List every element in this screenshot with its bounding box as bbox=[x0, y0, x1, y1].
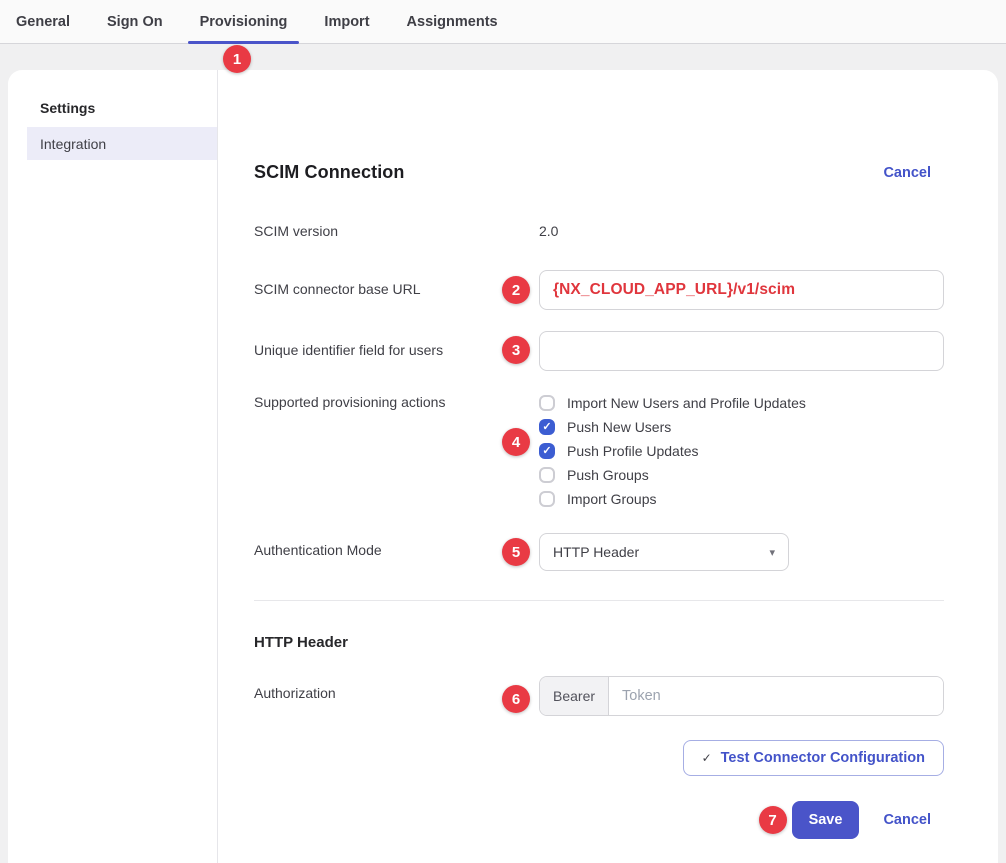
scim-version-label: SCIM version bbox=[254, 223, 539, 240]
provisioning-actions-list: Import New Users and Profile Updates Push… bbox=[539, 391, 806, 511]
base-url-label: SCIM connector base URL bbox=[254, 270, 539, 310]
provisioning-actions-label: Supported provisioning actions bbox=[254, 391, 539, 511]
provisioning-action-label: Push Profile Updates bbox=[567, 443, 699, 459]
annotation-badge-7: 7 bbox=[759, 806, 787, 834]
provisioning-action-row: Import Groups bbox=[539, 487, 806, 511]
provisioning-action-row: Push Groups bbox=[539, 463, 806, 487]
page-title: SCIM Connection bbox=[254, 162, 405, 183]
annotation-badge-1: 1 bbox=[223, 45, 251, 73]
checkbox-checked[interactable] bbox=[539, 443, 555, 459]
checkbox-unchecked[interactable] bbox=[539, 395, 555, 411]
scim-connection-panel: SCIM Connection Cancel SCIM version 2.0 … bbox=[218, 70, 998, 863]
unique-id-input[interactable] bbox=[539, 331, 944, 371]
auth-mode-select[interactable]: HTTP Header ▾ bbox=[539, 533, 789, 571]
token-input[interactable] bbox=[609, 677, 943, 715]
annotation-badge-5: 5 bbox=[502, 538, 530, 566]
bearer-prefix: Bearer bbox=[540, 677, 609, 715]
checkbox-unchecked[interactable] bbox=[539, 467, 555, 483]
app-tabbar: General Sign On Provisioning Import Assi… bbox=[0, 0, 1006, 44]
test-connector-button-label: Test Connector Configuration bbox=[721, 750, 925, 766]
authorization-input-group: Bearer bbox=[539, 676, 944, 716]
provisioning-action-row: Push Profile Updates bbox=[539, 439, 806, 463]
chevron-down-icon: ▾ bbox=[769, 546, 775, 559]
checkbox-checked[interactable] bbox=[539, 419, 555, 435]
tab-sign-on[interactable]: Sign On bbox=[107, 0, 163, 43]
cancel-link-top[interactable]: Cancel bbox=[883, 165, 931, 181]
test-connector-button[interactable]: ✓ Test Connector Configuration bbox=[683, 740, 944, 776]
save-button[interactable]: Save bbox=[792, 801, 860, 839]
auth-mode-selected-value: HTTP Header bbox=[553, 544, 639, 560]
sidebar-item-integration[interactable]: Integration bbox=[27, 127, 217, 160]
provisioning-card: Settings Integration SCIM Connection Can… bbox=[8, 70, 998, 863]
tab-assignments[interactable]: Assignments bbox=[407, 0, 498, 43]
http-header-section-title: HTTP Header bbox=[254, 634, 944, 651]
annotation-badge-2: 2 bbox=[502, 276, 530, 304]
sidebar-header: Settings bbox=[8, 100, 217, 116]
authorization-label: Authorization bbox=[254, 676, 539, 716]
base-url-input[interactable] bbox=[539, 270, 944, 310]
checkbox-unchecked[interactable] bbox=[539, 491, 555, 507]
provisioning-action-label: Import Groups bbox=[567, 491, 656, 507]
tab-general[interactable]: General bbox=[16, 0, 70, 43]
check-icon: ✓ bbox=[702, 751, 712, 765]
unique-id-label: Unique identifier field for users bbox=[254, 331, 539, 371]
tab-provisioning[interactable]: Provisioning bbox=[200, 0, 288, 43]
cancel-button-bottom[interactable]: Cancel bbox=[883, 812, 931, 828]
annotation-badge-4: 4 bbox=[502, 428, 530, 456]
tab-import[interactable]: Import bbox=[324, 0, 369, 43]
provisioning-action-label: Push New Users bbox=[567, 419, 671, 435]
scim-version-value: 2.0 bbox=[539, 223, 558, 240]
section-divider bbox=[254, 600, 944, 601]
provisioning-action-row: Push New Users bbox=[539, 415, 806, 439]
settings-sidebar: Settings Integration bbox=[8, 70, 218, 863]
annotation-badge-3: 3 bbox=[502, 336, 530, 364]
auth-mode-label: Authentication Mode bbox=[254, 533, 539, 571]
provisioning-action-label: Push Groups bbox=[567, 467, 649, 483]
annotation-badge-6: 6 bbox=[502, 685, 530, 713]
provisioning-action-row: Import New Users and Profile Updates bbox=[539, 391, 806, 415]
provisioning-action-label: Import New Users and Profile Updates bbox=[567, 395, 806, 411]
